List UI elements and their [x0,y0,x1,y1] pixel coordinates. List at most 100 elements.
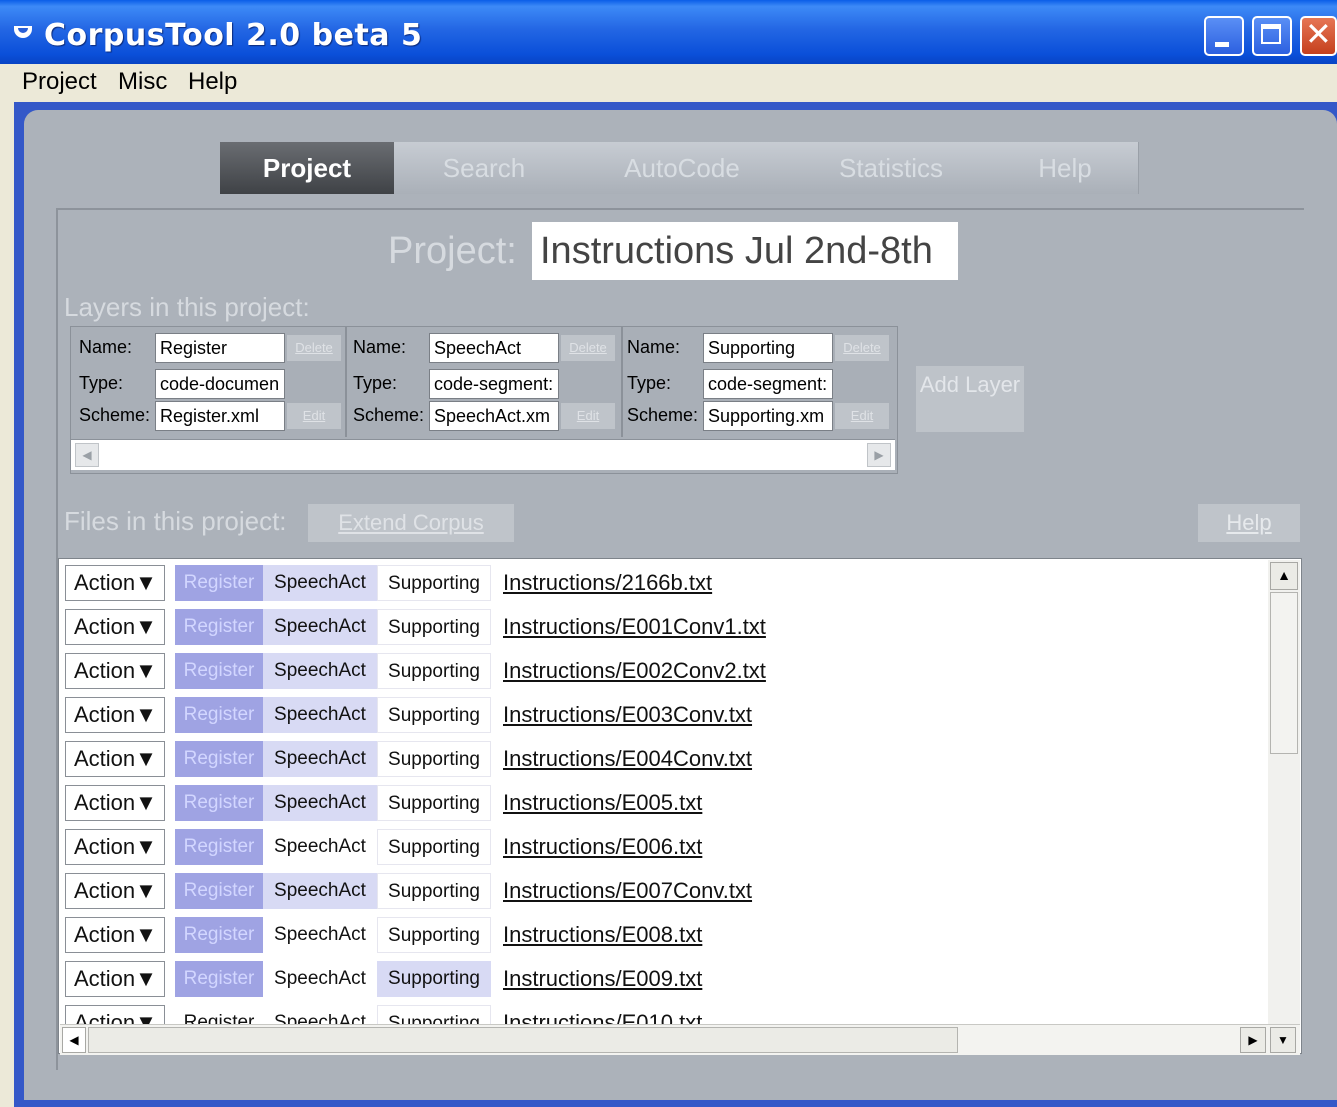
file-link[interactable]: Instructions/E003Conv.txt [503,697,752,733]
menu-misc[interactable]: Misc [118,68,167,96]
file-link[interactable]: Instructions/E009.txt [503,961,702,997]
speechact-tag[interactable]: SpeechAct [263,785,377,821]
supporting-tag[interactable]: Supporting [377,961,491,997]
scroll-left-icon[interactable]: ◀ [62,1027,86,1053]
speechact-tag[interactable]: SpeechAct [263,829,377,865]
file-link[interactable]: Instructions/E001Conv1.txt [503,609,766,645]
action-dropdown[interactable]: Action▼ [65,653,165,689]
layer-scheme-field[interactable]: Supporting.xm [703,401,833,431]
edit-scheme-button[interactable]: Edit [561,403,615,429]
minimize-button[interactable] [1204,16,1244,56]
edit-scheme-button[interactable]: Edit [835,403,889,429]
tab-statistics[interactable]: Statistics [790,142,993,194]
type-label: Type: [353,373,398,393]
layer-supporting: Name: Supporting Delete Type: code-segme… [621,327,895,437]
register-tag[interactable]: Register [175,873,263,909]
layer-type-field[interactable]: code-segment: [429,369,559,399]
file-link[interactable]: Instructions/E007Conv.txt [503,873,752,909]
extend-corpus-button[interactable]: Extend Corpus [308,504,514,542]
tab-project[interactable]: Project [220,142,395,194]
layer-type-field[interactable]: code-documen [155,369,285,399]
menu-help[interactable]: Help [188,68,237,96]
supporting-tag[interactable]: Supporting [377,741,491,777]
action-dropdown[interactable]: Action▼ [65,829,165,865]
file-link[interactable]: Instructions/E005.txt [503,785,702,821]
file-link[interactable]: Instructions/E006.txt [503,829,702,865]
speechact-tag[interactable]: SpeechAct [263,565,377,601]
file-link[interactable]: Instructions/E002Conv2.txt [503,653,766,689]
register-tag[interactable]: Register [175,653,263,689]
supporting-tag[interactable]: Supporting [377,697,491,733]
delete-layer-button[interactable]: Delete [287,335,341,361]
files-help-button[interactable]: Help [1198,504,1300,542]
delete-layer-button[interactable]: Delete [561,335,615,361]
scroll-thumb[interactable] [88,1027,958,1053]
layer-scheme-field[interactable]: Register.xml [155,401,285,431]
action-dropdown[interactable]: Action▼ [65,609,165,645]
scroll-down-icon[interactable]: ▼ [1270,1027,1296,1053]
speechact-tag[interactable]: SpeechAct [263,917,377,953]
supporting-tag[interactable]: Supporting [377,785,491,821]
register-tag[interactable]: Register [175,565,263,601]
app-icon[interactable] [14,26,32,38]
layer-name-field[interactable]: SpeechAct [429,333,559,363]
name-label: Name: [79,337,133,357]
tab-search[interactable]: Search [394,142,575,194]
speechact-tag[interactable]: SpeechAct [263,609,377,645]
action-dropdown[interactable]: Action▼ [65,565,165,601]
speechact-tag[interactable]: SpeechAct [263,961,377,997]
scroll-left-icon[interactable]: ◀ [75,443,99,467]
scroll-up-icon[interactable]: ▲ [1270,562,1298,590]
speechact-tag[interactable]: SpeechAct [263,697,377,733]
layers-scrollbar[interactable]: ◀ ▶ [71,439,895,470]
file-link[interactable]: Instructions/E004Conv.txt [503,741,752,777]
action-dropdown[interactable]: Action▼ [65,917,165,953]
scroll-right-icon[interactable]: ▶ [867,443,891,467]
scroll-right-icon[interactable]: ▶ [1240,1027,1266,1053]
supporting-tag[interactable]: Supporting [377,873,491,909]
register-tag[interactable]: Register [175,697,263,733]
register-tag[interactable]: Register [175,917,263,953]
menu-bar: Project Misc Help [0,64,1337,98]
close-button[interactable]: ✕ [1300,15,1337,56]
menu-project[interactable]: Project [22,68,97,96]
scheme-label: Scheme: [79,405,151,425]
supporting-tag[interactable]: Supporting [377,829,491,865]
action-dropdown[interactable]: Action▼ [65,785,165,821]
files-vertical-scrollbar[interactable]: ▲ [1268,560,1300,1026]
layer-type-field[interactable]: code-segment: [703,369,833,399]
action-dropdown[interactable]: Action▼ [65,873,165,909]
edit-scheme-button[interactable]: Edit [287,403,341,429]
supporting-tag[interactable]: Supporting [377,653,491,689]
register-tag[interactable]: Register [175,741,263,777]
tab-autocode[interactable]: AutoCode [574,142,791,194]
speechact-tag[interactable]: SpeechAct [263,741,377,777]
register-tag[interactable]: Register [175,829,263,865]
layer-name-field[interactable]: Supporting [703,333,833,363]
file-link[interactable]: Instructions/E008.txt [503,917,702,953]
maximize-button[interactable] [1252,16,1292,56]
layer-name-field[interactable]: Register [155,333,285,363]
register-tag[interactable]: Register [175,609,263,645]
register-tag[interactable]: Register [175,961,263,997]
speechact-tag[interactable]: SpeechAct [263,873,377,909]
layer-scheme-field[interactable]: SpeechAct.xm [429,401,559,431]
scroll-thumb[interactable] [1270,592,1298,754]
speechact-tag[interactable]: SpeechAct [263,653,377,689]
register-tag[interactable]: Register [175,785,263,821]
supporting-tag[interactable]: Supporting [377,917,491,953]
supporting-tag[interactable]: Supporting [377,565,491,601]
project-name-field[interactable]: Instructions Jul 2nd-8th [532,222,958,280]
file-link[interactable]: Instructions/2166b.txt [503,565,712,601]
action-dropdown[interactable]: Action▼ [65,961,165,997]
delete-layer-button[interactable]: Delete [835,335,889,361]
action-dropdown[interactable]: Action▼ [65,741,165,777]
tab-help[interactable]: Help [992,142,1139,194]
action-dropdown[interactable]: Action▼ [65,697,165,733]
add-layer-button[interactable]: Add Layer [916,366,1024,432]
close-icon: ✕ [1305,15,1332,53]
project-label: Project: [388,230,517,272]
supporting-tag[interactable]: Supporting [377,609,491,645]
layer-speechact: Name: SpeechAct Delete Type: code-segmen… [347,327,623,437]
files-horizontal-scrollbar[interactable]: ◀ ▶ ▼ [60,1024,1300,1055]
